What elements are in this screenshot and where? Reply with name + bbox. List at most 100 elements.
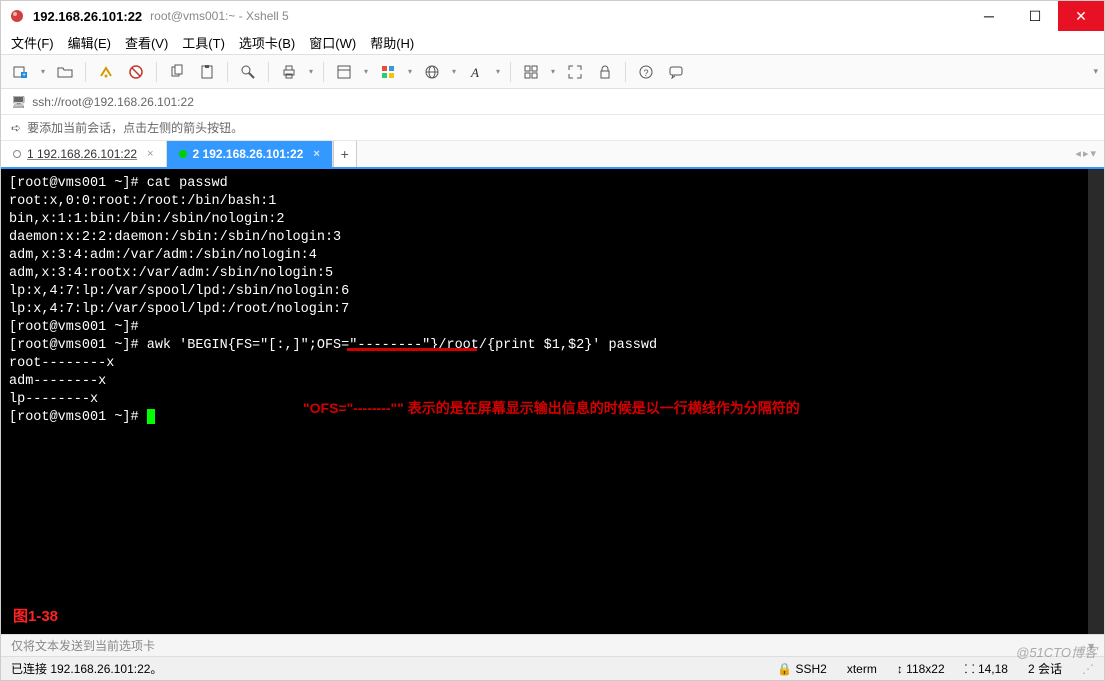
titlebar: 192.168.26.101:22 root@vms001:~ - Xshell… [1, 1, 1104, 31]
tab-1-status-dot [13, 150, 21, 158]
separator [510, 62, 511, 82]
app-icon [9, 8, 25, 24]
fullscreen-icon[interactable] [563, 60, 587, 84]
paste-icon[interactable] [195, 60, 219, 84]
tab-list-icon[interactable]: ▾ [1090, 147, 1096, 160]
find-icon[interactable] [236, 60, 260, 84]
terminal-line: adm--------x [9, 373, 1096, 391]
terminal[interactable]: [root@vms001 ~]# cat passwdroot:x,0:0:ro… [1, 169, 1104, 634]
svg-text:?: ? [643, 68, 648, 78]
annotation-underline [347, 348, 477, 351]
terminal-line: [root@vms001 ~]# cat passwd [9, 175, 1096, 193]
print-icon[interactable] [277, 60, 301, 84]
terminal-cursor [147, 409, 155, 424]
minimize-button[interactable]: ─ [966, 1, 1012, 31]
status-term: xterm [847, 662, 877, 676]
new-session-dropdown[interactable]: ▾ [39, 67, 47, 76]
menu-view[interactable]: 查看(V) [125, 33, 168, 52]
menu-tabs[interactable]: 选项卡(B) [239, 33, 295, 52]
new-session-icon[interactable]: + [9, 60, 33, 84]
address-text[interactable]: ssh://root@192.168.26.101:22 [32, 95, 1094, 109]
annotation-text: "OFS="--------"" 表示的是在屏幕显示输出信息的时候是以一行横线作… [303, 399, 800, 417]
terminal-line: root:x,0:0:root:/root:/bin/bash:1 [9, 193, 1096, 211]
svg-text:+: + [22, 72, 26, 79]
hint-arrow-icon[interactable]: ➪ [11, 121, 21, 135]
tab-1-close-icon[interactable]: × [147, 148, 153, 160]
status-size: ↕ 118x22 [897, 662, 945, 676]
tab-1-label: 1 192.168.26.101:22 [27, 147, 137, 161]
tab-prev-icon[interactable]: ◂ [1075, 147, 1081, 160]
host-icon: 🖥 [11, 95, 26, 109]
maximize-button[interactable]: ☐ [1012, 1, 1058, 31]
svg-text:A: A [470, 65, 479, 80]
properties-dropdown[interactable]: ▾ [362, 67, 370, 76]
window-title-sub: root@vms001:~ - Xshell 5 [150, 9, 289, 23]
terminal-line: [root@vms001 ~]# awk 'BEGIN{FS="[:,]";OF… [9, 337, 1096, 355]
status-pos: ⸬ 14,18 [965, 660, 1008, 677]
lock-icon[interactable] [593, 60, 617, 84]
menu-help[interactable]: 帮助(H) [370, 33, 414, 52]
menubar: 文件(F) 编辑(E) 查看(V) 工具(T) 选项卡(B) 窗口(W) 帮助(… [1, 31, 1104, 55]
separator [323, 62, 324, 82]
print-dropdown[interactable]: ▾ [307, 67, 315, 76]
menu-file[interactable]: 文件(F) [11, 33, 54, 52]
color-icon[interactable] [376, 60, 400, 84]
tab-next-icon[interactable]: ▸ [1083, 147, 1089, 160]
compose-icon[interactable] [664, 60, 688, 84]
toolbar-overflow-icon[interactable]: ▾ [1093, 66, 1098, 77]
close-button[interactable]: ✕ [1058, 1, 1104, 31]
tab-nav: ◂ ▸ ▾ [1075, 147, 1096, 160]
tab-2-status-dot [179, 150, 187, 158]
separator [625, 62, 626, 82]
font-dropdown[interactable]: ▾ [494, 67, 502, 76]
menu-tools[interactable]: 工具(T) [182, 33, 225, 52]
statusbar: 已连接 192.168.26.101:22。 🔒 SSH2 xterm ↕ 11… [1, 656, 1104, 680]
terminal-line: [root@vms001 ~]# [9, 319, 1096, 337]
hint-bar: ➪ 要添加当前会话，点击左侧的箭头按钮。 [1, 115, 1104, 141]
status-grip-icon[interactable]: ⋰ [1082, 662, 1094, 676]
font-icon[interactable]: A [464, 60, 488, 84]
disconnect-icon[interactable] [124, 60, 148, 84]
terminal-line: lp:x,4:7:lp:/var/spool/lpd:/sbin/nologin… [9, 283, 1096, 301]
tabstrip: 1 192.168.26.101:22 × 2 192.168.26.101:2… [1, 141, 1104, 169]
terminal-scrollbar[interactable] [1088, 169, 1104, 634]
separator [156, 62, 157, 82]
status-sessions: 2 会话 [1028, 660, 1062, 677]
terminal-line: daemon:x:2:2:daemon:/sbin:/sbin/nologin:… [9, 229, 1096, 247]
terminal-line: lp:x,4:7:lp:/var/spool/lpd:/root/nologin… [9, 301, 1096, 319]
send-bar[interactable]: 仅将文本发送到当前选项卡 ▾ [1, 634, 1104, 656]
reconnect-icon[interactable] [94, 60, 118, 84]
copy-icon[interactable] [165, 60, 189, 84]
separator [85, 62, 86, 82]
encoding-icon[interactable] [420, 60, 444, 84]
terminal-line: bin,x:1:1:bin:/bin:/sbin/nologin:2 [9, 211, 1096, 229]
separator [227, 62, 228, 82]
hint-text: 要添加当前会话，点击左侧的箭头按钮。 [27, 119, 243, 136]
menu-edit[interactable]: 编辑(E) [68, 33, 111, 52]
encoding-dropdown[interactable]: ▾ [450, 67, 458, 76]
tab-session-1[interactable]: 1 192.168.26.101:22 × [1, 141, 167, 167]
help-icon[interactable]: ? [634, 60, 658, 84]
send-bar-dropdown-icon[interactable]: ▾ [1088, 639, 1094, 653]
separator [268, 62, 269, 82]
open-icon[interactable] [53, 60, 77, 84]
terminal-line: root--------x [9, 355, 1096, 373]
menu-window[interactable]: 窗口(W) [309, 33, 356, 52]
tab-session-2[interactable]: 2 192.168.26.101:22 × [167, 141, 333, 167]
send-bar-text: 仅将文本发送到当前选项卡 [11, 637, 155, 654]
tab-2-label: 2 192.168.26.101:22 [193, 147, 304, 161]
address-bar: 🖥 ssh://root@192.168.26.101:22 [1, 89, 1104, 115]
figure-label: 图1-38 [13, 608, 58, 626]
tile-dropdown[interactable]: ▾ [549, 67, 557, 76]
terminal-line: adm,x:3:4:rootx:/var/adm:/sbin/nologin:5 [9, 265, 1096, 283]
tab-add-button[interactable]: + [333, 141, 357, 167]
terminal-line: adm,x:3:4:adm:/var/adm:/sbin/nologin:4 [9, 247, 1096, 265]
window-title-main: 192.168.26.101:22 [33, 9, 142, 24]
properties-icon[interactable] [332, 60, 356, 84]
toolbar: + ▾ ▾ ▾ ▾ ▾ A ▾ ▾ ? ▾ [1, 55, 1104, 89]
tab-2-close-icon[interactable]: × [313, 148, 319, 160]
color-dropdown[interactable]: ▾ [406, 67, 414, 76]
status-connection: 已连接 192.168.26.101:22。 [11, 660, 162, 677]
status-proto: 🔒 SSH2 [777, 662, 827, 676]
tile-icon[interactable] [519, 60, 543, 84]
